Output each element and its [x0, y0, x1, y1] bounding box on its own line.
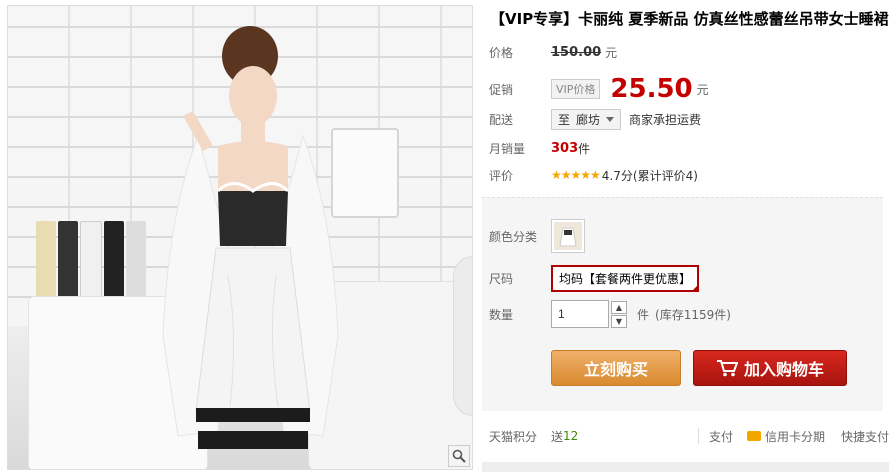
original-price: 150.00	[551, 44, 602, 60]
buy-now-button[interactable]: 立刻购买	[551, 350, 681, 386]
color-row: 颜色分类	[489, 218, 884, 254]
promo-unit: 元	[696, 82, 709, 97]
quantity-stepper: ▲ ▼	[611, 300, 627, 328]
selected-check-icon	[691, 283, 700, 292]
shipping-city: 廊坊	[576, 112, 601, 127]
size-option-selected[interactable]: 均码【套餐两件更优惠】	[551, 264, 700, 292]
quick-pay-link[interactable]: 快捷支付	[841, 428, 889, 445]
rating-label: 评价	[489, 168, 514, 183]
price-row: 价格 150.00 元	[489, 40, 884, 64]
color-thumbnail-icon	[554, 222, 582, 250]
quantity-decrease-button[interactable]: ▼	[611, 314, 627, 328]
chevron-down-icon	[606, 116, 615, 122]
points-prefix: 送	[551, 429, 564, 444]
points-label: 天猫积分	[489, 429, 538, 444]
quantity-input[interactable]	[551, 300, 609, 328]
product-title: 【VIP专享】卡丽纯 夏季新品 仿真丝性感蕾丝吊带女士睡裙	[490, 10, 889, 28]
quantity-label: 数量	[489, 307, 514, 322]
sales-unit: 件	[578, 141, 591, 156]
size-option-text: 均码【套餐两件更优惠】	[559, 271, 692, 286]
magnifier-icon	[452, 449, 466, 463]
sales-row: 月销量 303 件	[489, 136, 884, 160]
price-unit: 元	[605, 45, 618, 60]
model-figure	[162, 26, 339, 449]
shipping-to-prefix: 至	[558, 112, 571, 127]
promo-row: 促销 VIP价格 25.50 元	[489, 74, 884, 104]
rating-stars-icon: ★★★★★	[551, 168, 601, 182]
installment-link[interactable]: 信用卡分期	[765, 428, 825, 445]
color-label: 颜色分类	[489, 229, 538, 244]
shipping-label: 配送	[489, 112, 514, 127]
footer-divider	[697, 428, 699, 444]
add-to-cart-button[interactable]: 加入购物车	[693, 350, 847, 386]
zoom-button[interactable]	[448, 445, 470, 467]
shipping-destination-select[interactable]: 至 廊坊	[551, 108, 622, 130]
bottom-bar	[482, 462, 889, 472]
pay-label: 支付	[708, 429, 733, 444]
size-row: 尺码 均码【套餐两件更优惠】	[489, 264, 884, 292]
buy-now-label: 立刻购买	[583, 360, 648, 379]
footer-info-row: 天猫积分 送 12 支付 信用卡分期 快捷支付	[489, 424, 889, 448]
product-main-image[interactable]	[7, 5, 473, 470]
points-value: 12	[563, 429, 579, 443]
rating-row: 评价 ★★★★★ 4.7分(累计评价4)	[489, 163, 884, 187]
quantity-row: 数量 ▲ ▼ 件 (库存1159件)	[489, 299, 884, 329]
stock-count: (库存1159件)	[655, 307, 731, 322]
color-swatch[interactable]	[551, 219, 585, 253]
quantity-increase-button[interactable]: ▲	[611, 300, 627, 314]
photo-mirror	[453, 256, 472, 416]
sales-label: 月销量	[489, 141, 526, 156]
credit-card-icon	[746, 431, 761, 441]
rating-text[interactable]: 4.7分(累计评价4)	[602, 167, 698, 184]
promo-price: 25.50	[610, 74, 693, 104]
add-to-cart-label: 加入购物车	[743, 360, 824, 379]
cart-icon	[716, 360, 738, 377]
promo-label: 促销	[489, 82, 514, 97]
price-label: 价格	[489, 45, 514, 60]
sales-count: 303	[551, 140, 579, 156]
shipping-row: 配送 至 廊坊 商家承担运费	[489, 107, 884, 131]
vip-price-tag: VIP价格	[551, 79, 601, 99]
shipping-note: 商家承担运费	[629, 112, 702, 127]
quantity-unit: 件	[637, 307, 650, 322]
product-detail-panel: 【VIP专享】卡丽纯 夏季新品 仿真丝性感蕾丝吊带女士睡裙 价格 150.00 …	[482, 0, 889, 472]
size-label: 尺码	[489, 271, 514, 286]
